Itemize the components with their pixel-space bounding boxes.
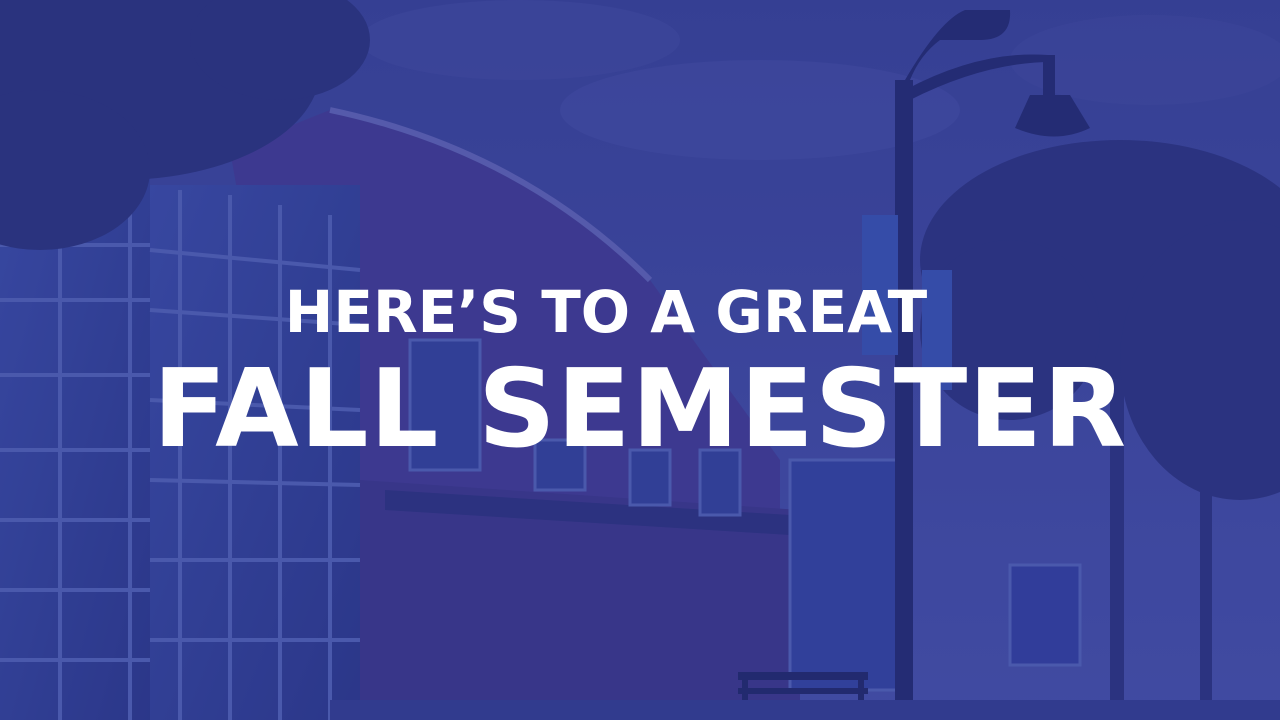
video-frame: HERE’S TO A GREAT FALL SEMESTER — [0, 0, 1280, 720]
headline-line-2: FALL SEMESTER — [152, 347, 1128, 472]
headline: HERE’S TO A GREAT FALL SEMESTER — [0, 0, 1280, 720]
headline-line-1: HERE’S TO A GREAT — [284, 278, 928, 346]
